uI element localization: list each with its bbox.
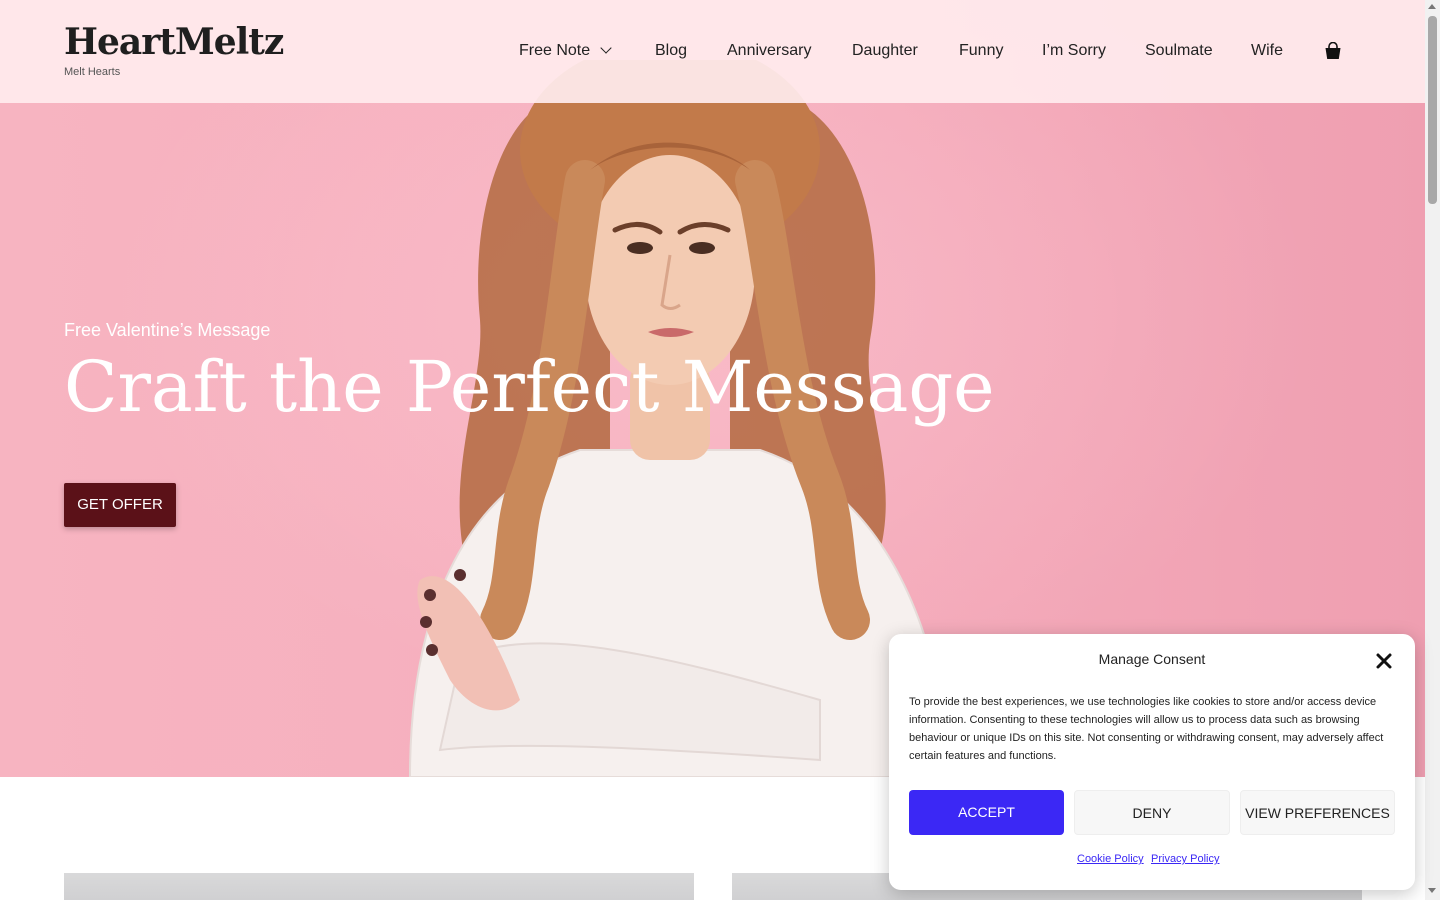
post-card-image[interactable] [64, 873, 694, 900]
nav-item-wife[interactable]: Wife [1251, 38, 1283, 64]
nav-item-blog[interactable]: Blog [655, 38, 687, 64]
hero-title: Craft the Perfect Message [64, 346, 995, 428]
scroll-up-arrow-icon[interactable] [1428, 4, 1436, 9]
scrollbar-thumb[interactable] [1428, 16, 1437, 204]
deny-button[interactable]: DENY [1074, 790, 1230, 835]
nav-item-daughter[interactable]: Daughter [852, 38, 918, 64]
consent-body: To provide the best experiences, we use … [909, 696, 1384, 762]
close-icon[interactable] [1375, 652, 1393, 670]
nav-item-free-note[interactable]: Free Note [519, 38, 590, 64]
privacy-policy-link[interactable]: Privacy Policy [1151, 853, 1219, 865]
nav-item-im-sorry[interactable]: I’m Sorry [1042, 38, 1106, 64]
nav-item-funny[interactable]: Funny [959, 38, 1003, 64]
hero-subtitle: Free Valentine’s Message [64, 320, 271, 340]
get-offer-button[interactable]: GET OFFER [64, 483, 176, 527]
nav-item-soulmate[interactable]: Soulmate [1145, 38, 1213, 64]
accept-button[interactable]: ACCEPT [909, 790, 1064, 835]
nav-item-anniversary[interactable]: Anniversary [727, 38, 811, 64]
consent-title: Manage Consent [1098, 651, 1206, 667]
main-nav: Free Note Blog Anniversary Daughter Funn… [0, 38, 1425, 66]
cookie-policy-link[interactable]: Cookie Policy [1077, 853, 1144, 865]
site-header: HeartMeltz Melt Hearts Free Note Blog An… [0, 0, 1425, 103]
scroll-down-arrow-icon[interactable] [1428, 888, 1436, 893]
site-tagline: Melt Hearts [64, 66, 121, 78]
consent-dialog: Manage Consent To provide the best exper… [889, 634, 1415, 890]
view-preferences-button[interactable]: VIEW PREFERENCES [1240, 790, 1395, 835]
shopping-bag-icon[interactable] [1324, 42, 1342, 60]
